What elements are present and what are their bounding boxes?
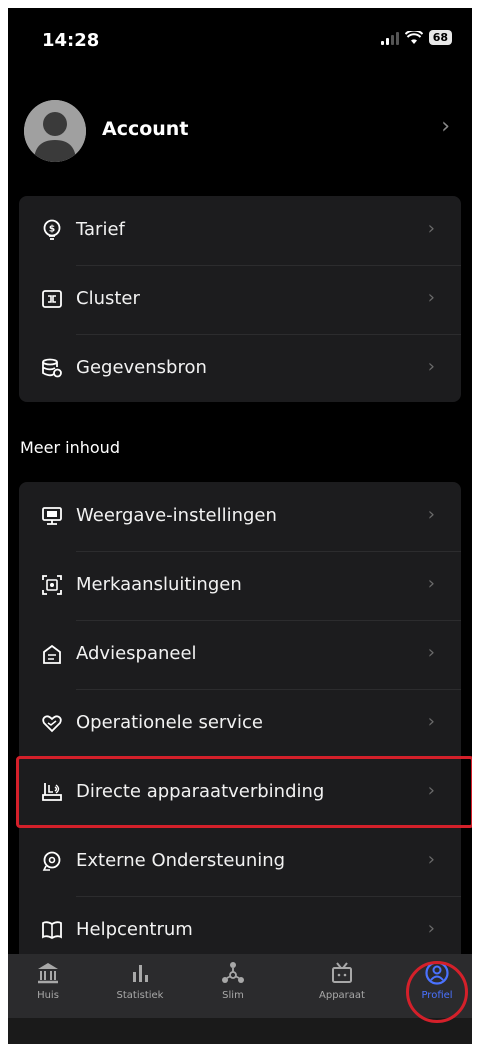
highlight-circle (406, 961, 468, 1023)
menu-item-adviespaneel[interactable]: Adviespaneel › (19, 620, 461, 689)
tab-label: Slim (222, 990, 244, 1001)
menu-item-operationele-service[interactable]: Operationele service › (19, 689, 461, 758)
avatar (24, 100, 86, 162)
menu-item-label: Cluster (76, 288, 140, 309)
signal-icon (380, 31, 399, 45)
menu-item-label: Operationele service (76, 712, 263, 733)
section-label: Meer inhoud (20, 438, 120, 457)
tab-slim[interactable]: Slim (193, 960, 273, 1001)
menu-item-label: Externe Ondersteuning (76, 850, 286, 871)
chevron-right-icon: › (427, 287, 435, 308)
chevron-right-icon: › (427, 711, 435, 732)
settings-card-2: Weergave-instellingen › Merkaansluitinge… (19, 482, 461, 962)
chevron-right-icon: › (427, 573, 435, 594)
menu-item-externe-ondersteuning[interactable]: Externe Ondersteuning › (19, 827, 461, 896)
menu-item-label: Tarief (76, 219, 125, 240)
home-indicator-area (8, 1018, 472, 1044)
chevron-right-icon: › (427, 918, 435, 939)
tab-label: Apparaat (319, 990, 365, 1001)
highlight-box (16, 756, 472, 828)
menu-item-label: Adviespaneel (76, 643, 197, 664)
chevron-right-icon: › (427, 849, 435, 870)
heart-hands-icon (42, 715, 62, 733)
menu-item-gegevensbron[interactable]: Gegevensbron › (19, 334, 461, 403)
home-icon (38, 963, 58, 984)
menu-item-label: Helpcentrum (76, 919, 193, 940)
chevron-right-icon: › (427, 356, 435, 377)
lightbulb-dollar-icon: $ (43, 219, 61, 240)
chevron-right-icon: › (427, 218, 435, 239)
menu-item-weergave[interactable]: Weergave-instellingen › (19, 482, 461, 551)
book-icon (42, 921, 62, 940)
menu-item-label: Gegevensbron (76, 357, 207, 378)
app-screen: 14:28 68 Account › $ Tarief › Cluster › … (8, 8, 472, 1044)
database-icon (42, 358, 62, 378)
device-icon (332, 962, 352, 983)
svg-text:$: $ (49, 225, 55, 235)
account-label: Account (102, 118, 189, 140)
cluster-icon (42, 290, 62, 308)
menu-item-tarief[interactable]: $ Tarief › (19, 196, 461, 265)
status-time: 14:28 (42, 30, 100, 51)
bar-chart-icon (133, 965, 148, 982)
menu-item-label: Weergave-instellingen (76, 505, 277, 526)
nodes-icon (222, 962, 244, 983)
status-bar: 14:28 68 (8, 8, 472, 78)
bottom-tab-bar: Huis Statistiek Slim Apparaat Profiel (8, 954, 472, 1018)
chevron-right-icon: › (427, 642, 435, 663)
menu-item-cluster[interactable]: Cluster › (19, 265, 461, 334)
advice-panel-icon (43, 644, 61, 664)
tab-apparaat[interactable]: Apparaat (302, 960, 382, 1001)
monitor-icon (42, 507, 62, 525)
tab-statistiek[interactable]: Statistiek (100, 960, 180, 1001)
tab-label: Statistiek (116, 990, 164, 1001)
battery-indicator: 68 (428, 30, 452, 45)
tab-label: Huis (37, 990, 59, 1001)
chevron-right-icon: › (441, 114, 450, 139)
wifi-icon (404, 30, 423, 44)
brand-link-icon (42, 575, 62, 595)
menu-item-merkaansluitingen[interactable]: Merkaansluitingen › (19, 551, 461, 620)
account-row[interactable]: Account › (8, 94, 472, 164)
tab-huis[interactable]: Huis (8, 960, 88, 1001)
settings-card-1: $ Tarief › Cluster › Gegevensbron › (19, 196, 461, 402)
chevron-right-icon: › (427, 504, 435, 525)
support-icon (42, 851, 61, 871)
status-icons: 68 (380, 30, 452, 45)
menu-item-label: Merkaansluitingen (76, 574, 242, 595)
